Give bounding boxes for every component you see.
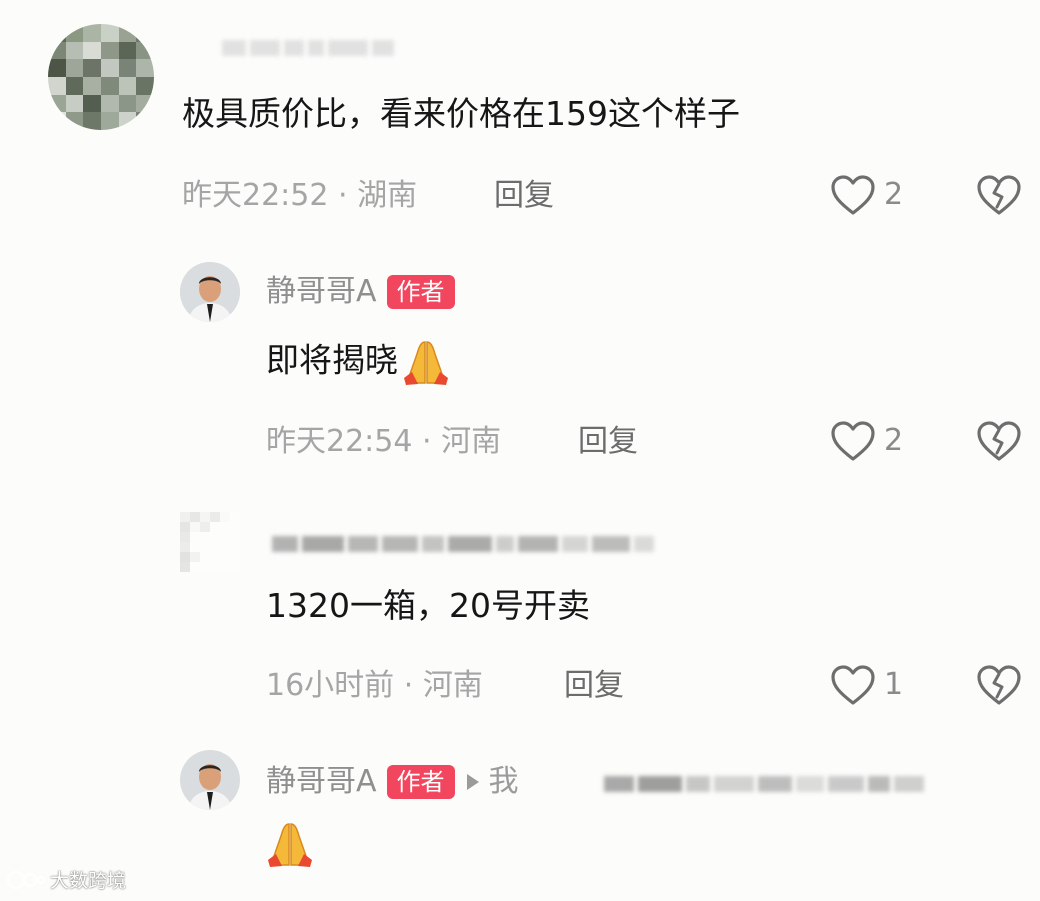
meta-separator: · [422,424,432,459]
comment-text: 1320一箱，20号开卖 [266,586,590,625]
like-count: 1 [884,667,904,702]
praying-hands-emoji [268,823,312,867]
author-badge: 作者 [386,765,455,799]
watermark-text: 大数跨境 [50,870,127,892]
comment-time: 昨天22:52 [182,178,329,213]
reply-arrow-icon [466,774,479,790]
blurred-username[interactable] [222,34,394,62]
meta-separator: · [338,178,348,213]
avatar[interactable] [180,512,240,572]
author-username-row: 静哥哥A 作者 我 [266,762,519,802]
blurred-reply-target-name [604,770,924,798]
comment-location: 湖南 [357,178,418,213]
like-count: 2 [884,423,904,458]
dislike-button[interactable] [976,420,1022,462]
avatar[interactable] [180,262,240,322]
watermark-logo-icon [6,870,45,889]
comment-text: 极具质价比，看来价格在159这个样子 [182,94,740,133]
heart-icon [831,175,875,215]
author-avatar-image [180,262,240,322]
like-button[interactable]: 2 [830,174,903,216]
praying-hands-emoji [404,341,448,385]
broken-heart-icon [977,665,1021,705]
reply-button[interactable]: 回复 [564,666,624,706]
avatar[interactable] [48,24,154,130]
comment-time: 16小时前 [266,668,395,703]
broken-heart-icon [977,421,1021,461]
author-badge: 作者 [386,275,455,309]
comment-meta: 16小时前 · 河南 [266,666,483,706]
comment-text [262,820,318,868]
author-username-row: 静哥哥A 作者 [266,272,455,312]
meta-separator: · [403,668,414,703]
dislike-button[interactable] [976,174,1022,216]
dislike-button[interactable] [976,664,1022,706]
reply-to-name: 我 [488,764,519,799]
comment-time: 昨天22:54 [266,424,413,459]
watermark: 大数跨境 [6,866,126,893]
comment-meta: 昨天22:52 · 湖南 [182,176,417,216]
reply-button[interactable]: 回复 [494,176,554,216]
comment-text-content: 即将揭晓 [266,340,398,380]
blurred-username[interactable] [272,530,654,558]
pixelated-avatar-image [48,24,154,130]
author-avatar-image [180,750,240,810]
heart-icon [831,421,875,461]
comment-meta: 昨天22:54 · 河南 [266,422,501,462]
avatar[interactable] [180,750,240,810]
reply-to-target[interactable]: 我 [465,762,519,802]
pixelated-avatar-image [180,512,240,572]
comment-location: 河南 [441,424,502,459]
comment-text: 即将揭晓 [266,338,454,386]
like-button[interactable]: 1 [830,664,903,706]
username[interactable]: 静哥哥A [266,762,377,802]
comment-location: 河南 [422,668,483,703]
reply-button[interactable]: 回复 [578,422,638,462]
username[interactable]: 静哥哥A [266,272,377,312]
like-count: 2 [884,177,904,212]
broken-heart-icon [977,175,1021,215]
heart-icon [831,665,875,705]
like-button[interactable]: 2 [830,420,903,462]
